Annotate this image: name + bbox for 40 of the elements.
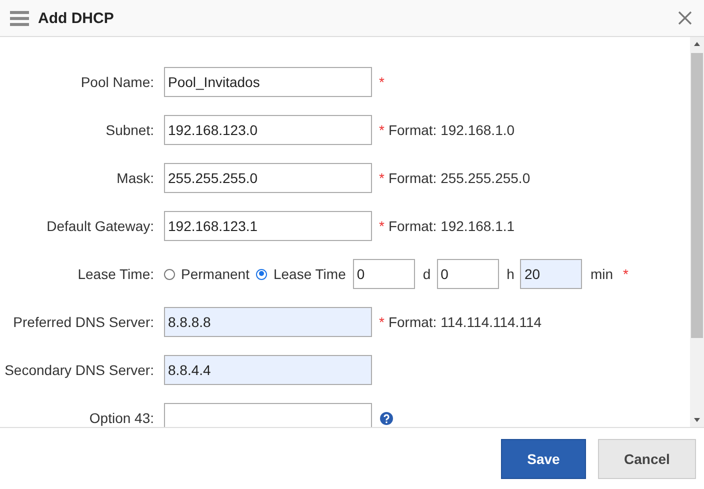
number-field[interactable]: 20	[520, 259, 582, 289]
field-label: Mask:	[116, 170, 155, 186]
text-field[interactable]	[164, 403, 372, 427]
text-field[interactable]: 192.168.123.1	[164, 211, 372, 241]
field-label: Option 43:	[88, 410, 155, 426]
text-field[interactable]: 8.8.4.4	[164, 355, 372, 385]
dialog-title: Add DHCP	[38, 10, 115, 26]
save-button[interactable]: Save	[501, 438, 586, 478]
unit-label: min	[590, 266, 614, 282]
scrollbar[interactable]	[690, 37, 704, 427]
unit-label: d	[422, 266, 431, 282]
text-field[interactable]: 8.8.8.8	[164, 307, 372, 337]
field-label: Secondary DNS Server:	[4, 362, 155, 378]
menu-icon	[10, 10, 29, 26]
required-mark: *	[379, 218, 384, 234]
close-icon[interactable]	[678, 11, 692, 25]
field-label: Subnet:	[104, 122, 155, 138]
format-hint: Format: 192.168.1.0	[388, 122, 515, 138]
cancel-button[interactable]: Cancel	[598, 438, 696, 478]
number-field[interactable]: 0	[436, 259, 499, 289]
field-label: Lease Time:	[76, 266, 155, 282]
required-mark: *	[379, 74, 384, 90]
text-field[interactable]: 255.255.255.0	[164, 163, 372, 193]
field-label: Default Gateway:	[46, 218, 155, 234]
required-mark: *	[379, 170, 384, 186]
radio-option[interactable]: Lease Time	[256, 266, 346, 282]
format-hint: Format: 192.168.1.1	[388, 218, 515, 234]
required-mark: *	[379, 314, 384, 330]
field-label: Pool Name:	[80, 74, 155, 90]
text-field[interactable]: 192.168.123.0	[164, 115, 372, 145]
required-mark: *	[379, 122, 384, 138]
text-field[interactable]: Pool_Invitados	[164, 67, 372, 97]
format-hint: Format: 255.255.255.0	[388, 170, 530, 186]
help-icon[interactable]	[380, 412, 393, 424]
unit-label: h	[506, 266, 514, 282]
radio-option[interactable]: Permanent	[164, 266, 250, 282]
required-mark: *	[623, 266, 628, 282]
number-field[interactable]: 0	[352, 259, 415, 289]
field-label: Preferred DNS Server:	[12, 314, 155, 330]
format-hint: Format: 114.114.114.114	[388, 314, 542, 330]
